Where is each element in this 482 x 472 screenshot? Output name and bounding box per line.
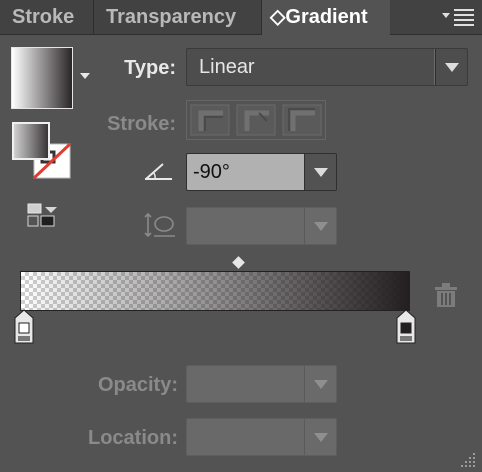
tab-gradient[interactable]: ◇Gradient: [262, 0, 390, 35]
gradient-thumbnail-dropdown-icon[interactable]: [79, 72, 91, 80]
stroke-along-icon[interactable]: [233, 101, 279, 139]
type-dropdown[interactable]: Linear: [186, 48, 468, 86]
tab-bar: Stroke Transparency ◇Gradient: [0, 0, 482, 35]
angle-icon: [145, 163, 172, 180]
gradient-midpoint-diamond[interactable]: [232, 256, 245, 269]
stroke-across-icon[interactable]: [279, 101, 325, 139]
angle-value[interactable]: -90°: [193, 154, 230, 190]
reverse-gradient-icon[interactable]: [27, 203, 61, 229]
tab-transparency[interactable]: Transparency: [94, 0, 262, 34]
angle-dropdown-arrow[interactable]: [304, 154, 336, 190]
location-dropdown-arrow[interactable]: [304, 419, 336, 455]
gradient-stop-end[interactable]: [395, 309, 417, 345]
gradient-stop-start[interactable]: [13, 309, 35, 345]
aspect-ratio-icon: [144, 212, 175, 238]
opacity-label: Opacity:: [97, 374, 178, 396]
location-field[interactable]: [186, 418, 337, 456]
type-label: Type:: [124, 57, 176, 79]
type-dropdown-arrow[interactable]: [435, 49, 467, 85]
resize-grip-icon[interactable]: [460, 450, 478, 468]
aspect-ratio-dropdown-arrow[interactable]: [304, 208, 336, 244]
tab-stroke[interactable]: Stroke: [0, 0, 94, 34]
trash-icon[interactable]: [433, 282, 459, 308]
fill-swatch[interactable]: [12, 122, 50, 160]
gradient-thumbnail[interactable]: [11, 47, 73, 109]
angle-field[interactable]: -90°: [186, 153, 337, 191]
location-label: Location:: [88, 427, 178, 449]
gradient-slider[interactable]: [20, 271, 410, 311]
opacity-dropdown-arrow[interactable]: [304, 366, 336, 402]
aspect-ratio-field[interactable]: [186, 207, 337, 245]
opacity-field[interactable]: [186, 365, 337, 403]
stroke-within-icon[interactable]: [187, 101, 233, 139]
type-value: Linear: [199, 56, 255, 78]
stroke-buttons-group: [186, 100, 326, 140]
stroke-label: Stroke:: [107, 113, 176, 135]
panel-menu-icon[interactable]: [442, 7, 476, 27]
